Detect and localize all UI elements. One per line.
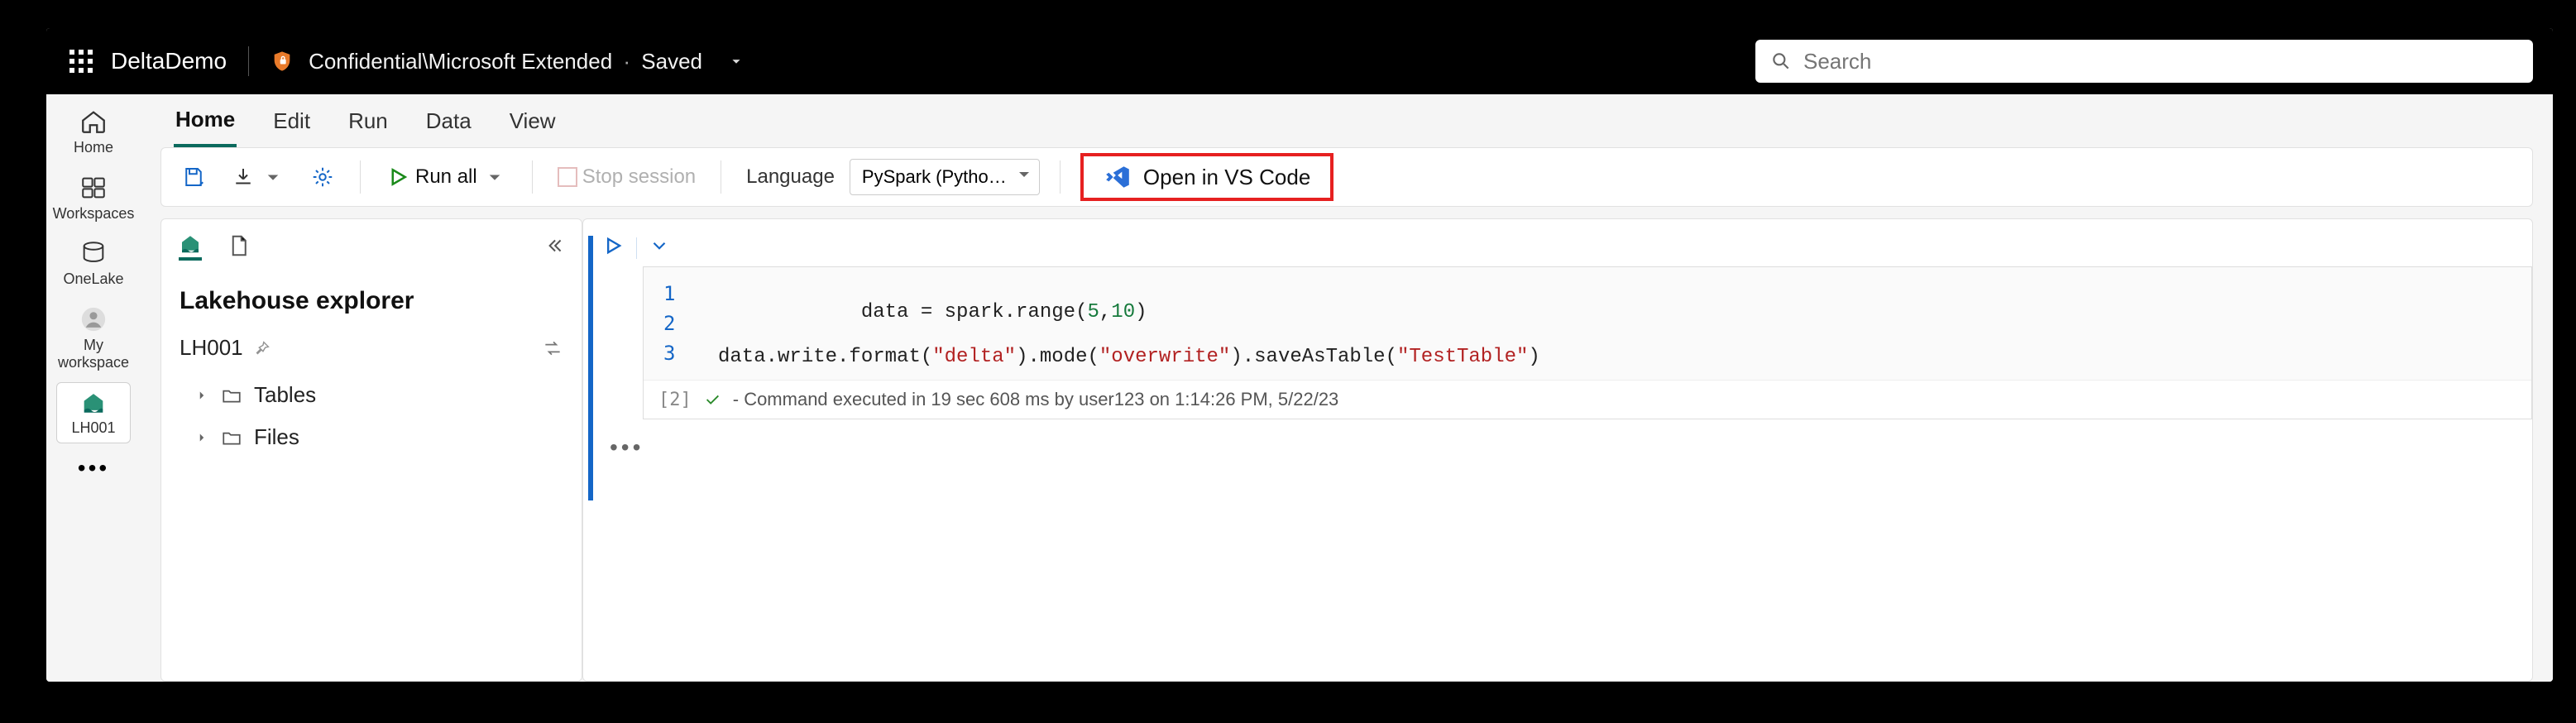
- person-icon: [79, 305, 108, 333]
- workspaces-icon: [79, 174, 108, 202]
- play-icon: [385, 165, 410, 189]
- cell-marker: [588, 236, 593, 500]
- explorer-tables-node[interactable]: Tables: [161, 374, 582, 416]
- pin-icon[interactable]: [253, 339, 271, 357]
- search-box[interactable]: [1755, 40, 2533, 83]
- folder-icon: [221, 427, 242, 448]
- notebook-panel: 1 2 3data = spark.range(5,10) data.write…: [582, 218, 2533, 682]
- cell-more[interactable]: •••: [583, 419, 2532, 461]
- explorer-item[interactable]: LH001: [161, 322, 582, 374]
- chevron-down-icon[interactable]: [727, 52, 745, 70]
- divider: [248, 46, 249, 76]
- rail-onelake[interactable]: OneLake: [46, 232, 141, 299]
- toolbar: Run all Stop session Language PySpark (P…: [160, 147, 2533, 207]
- cell-status: [2] - Command executed in 19 sec 608 ms …: [644, 380, 2531, 419]
- shield-icon: [271, 50, 294, 73]
- chevron-down-icon: [482, 165, 507, 189]
- divider: [1060, 160, 1061, 194]
- tab-data[interactable]: Data: [424, 97, 473, 146]
- explorer-title: Lakehouse explorer: [161, 267, 582, 322]
- stop-icon: [558, 167, 577, 187]
- tab-edit[interactable]: Edit: [271, 97, 312, 146]
- left-rail: Home Workspaces OneLake My workspace LH0…: [46, 94, 141, 682]
- rail-active-lakehouse[interactable]: LH001: [56, 382, 131, 443]
- rail-more[interactable]: •••: [78, 455, 109, 481]
- tab-home[interactable]: Home: [174, 95, 237, 147]
- collapse-icon[interactable]: [543, 235, 565, 256]
- line-numbers: 1 2 3: [663, 279, 675, 368]
- language-label: Language: [746, 165, 835, 189]
- check-icon: [703, 390, 721, 409]
- lakehouse-icon: [79, 388, 108, 416]
- divider: [532, 160, 533, 194]
- expand-cell-button[interactable]: [649, 235, 670, 261]
- gear-icon: [310, 165, 335, 189]
- chevron-right-icon: [194, 430, 209, 445]
- divider: [360, 160, 361, 194]
- status-text: - Command executed in 19 sec 608 ms by u…: [733, 389, 1339, 410]
- search-input[interactable]: [1803, 49, 2518, 74]
- rail-my-workspace[interactable]: My workspace: [46, 299, 141, 382]
- save-icon: [181, 165, 206, 189]
- language-select[interactable]: PySpark (Pytho…: [850, 159, 1040, 195]
- vscode-icon: [1104, 163, 1132, 191]
- sync-icon[interactable]: [542, 338, 563, 359]
- tab-run[interactable]: Run: [347, 97, 390, 146]
- chevron-down-icon: [649, 235, 670, 256]
- workspace-name[interactable]: DeltaDemo: [111, 48, 227, 74]
- download-button[interactable]: [226, 160, 290, 194]
- rail-workspaces[interactable]: Workspaces: [46, 167, 141, 233]
- onelake-icon: [79, 239, 108, 267]
- main-area: Home Edit Run Data View Run all: [141, 94, 2553, 682]
- chevron-right-icon: [194, 388, 209, 403]
- sensitivity-label[interactable]: Confidential\Microsoft Extended · Saved: [309, 49, 702, 74]
- search-icon: [1770, 50, 1792, 72]
- run-cell-button[interactable]: [601, 234, 625, 261]
- app-launcher-icon[interactable]: [66, 46, 96, 76]
- topbar: DeltaDemo Confidential\Microsoft Extende…: [46, 28, 2553, 94]
- explorer-files-node[interactable]: Files: [161, 416, 582, 458]
- lakehouse-explorer: Lakehouse explorer LH001 Tables Files: [160, 218, 582, 682]
- play-icon: [601, 234, 625, 257]
- explorer-lakehouse-tab[interactable]: [178, 231, 203, 261]
- settings-button[interactable]: [305, 160, 340, 194]
- open-in-vscode-button[interactable]: Open in VS Code: [1080, 153, 1333, 201]
- lakehouse-icon: [178, 231, 203, 256]
- home-icon: [79, 108, 108, 136]
- file-icon[interactable]: [226, 233, 251, 258]
- execution-count: [2]: [658, 390, 692, 410]
- run-all-button[interactable]: Run all: [381, 160, 512, 194]
- tab-view[interactable]: View: [508, 97, 558, 146]
- code-cell[interactable]: 1 2 3data = spark.range(5,10) data.write…: [643, 266, 2532, 419]
- code-editor[interactable]: 1 2 3data = spark.range(5,10) data.write…: [644, 267, 2531, 380]
- ribbon-tabs: Home Edit Run Data View: [141, 94, 2553, 147]
- rail-home[interactable]: Home: [46, 101, 141, 167]
- folder-icon: [221, 385, 242, 406]
- download-icon: [231, 165, 256, 189]
- stop-session-button[interactable]: Stop session: [553, 160, 701, 194]
- chevron-down-icon: [261, 165, 285, 189]
- save-button[interactable]: [176, 160, 211, 194]
